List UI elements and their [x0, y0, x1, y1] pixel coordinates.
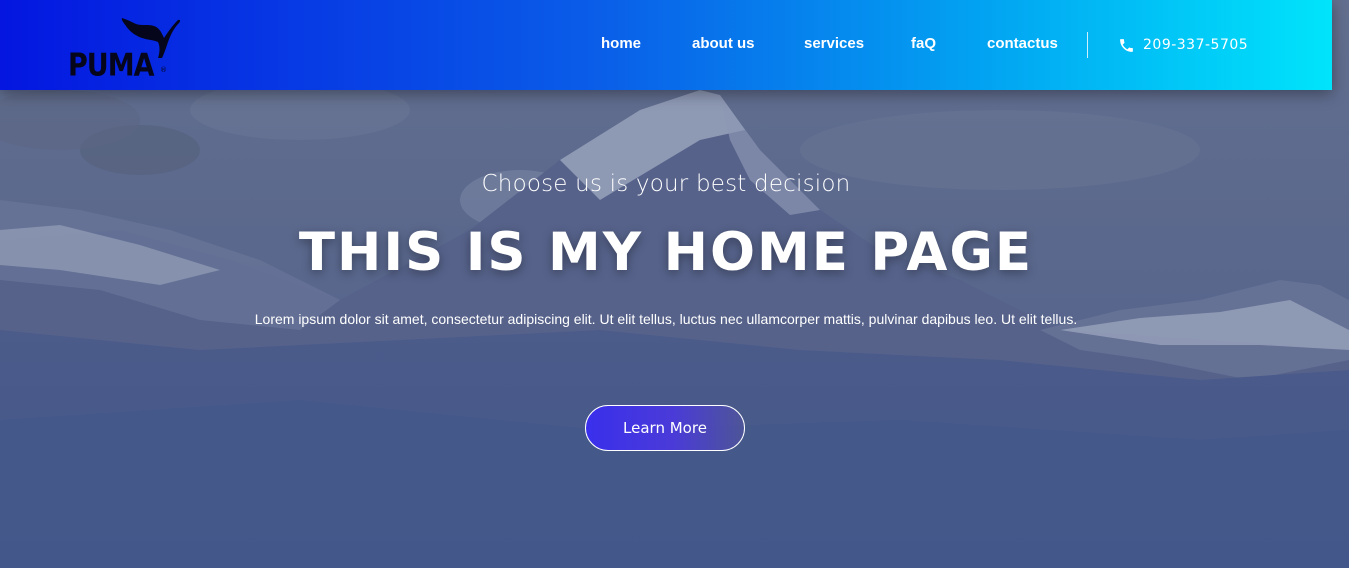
phone-icon — [1120, 38, 1133, 52]
phone-contact[interactable]: 209-337-5705 — [1118, 35, 1248, 55]
nav-about-us[interactable]: about us — [692, 35, 755, 52]
puma-logo[interactable]: PUMA ® — [66, 16, 184, 84]
hero-description: Lorem ipsum dolor sit amet, consectetur … — [254, 311, 1078, 327]
registered-mark: ® — [160, 66, 167, 74]
nav-home[interactable]: home — [601, 35, 641, 52]
hero-subtitle: Choose us is your best decision — [481, 171, 851, 197]
nav-contactus[interactable]: contactus — [987, 35, 1058, 52]
header-bar: PUMA ® home about us services faQ contac… — [0, 0, 1332, 90]
nav-divider — [1087, 32, 1088, 58]
nav-faq[interactable]: faQ — [911, 35, 936, 52]
hero-title: THIS IS MY HOME PAGE — [298, 222, 1034, 283]
nav-services[interactable]: services — [804, 35, 864, 52]
phone-number: 209-337-5705 — [1143, 37, 1249, 53]
logo-wordmark: PUMA — [68, 48, 154, 84]
learn-more-button[interactable]: Learn More — [585, 405, 745, 451]
